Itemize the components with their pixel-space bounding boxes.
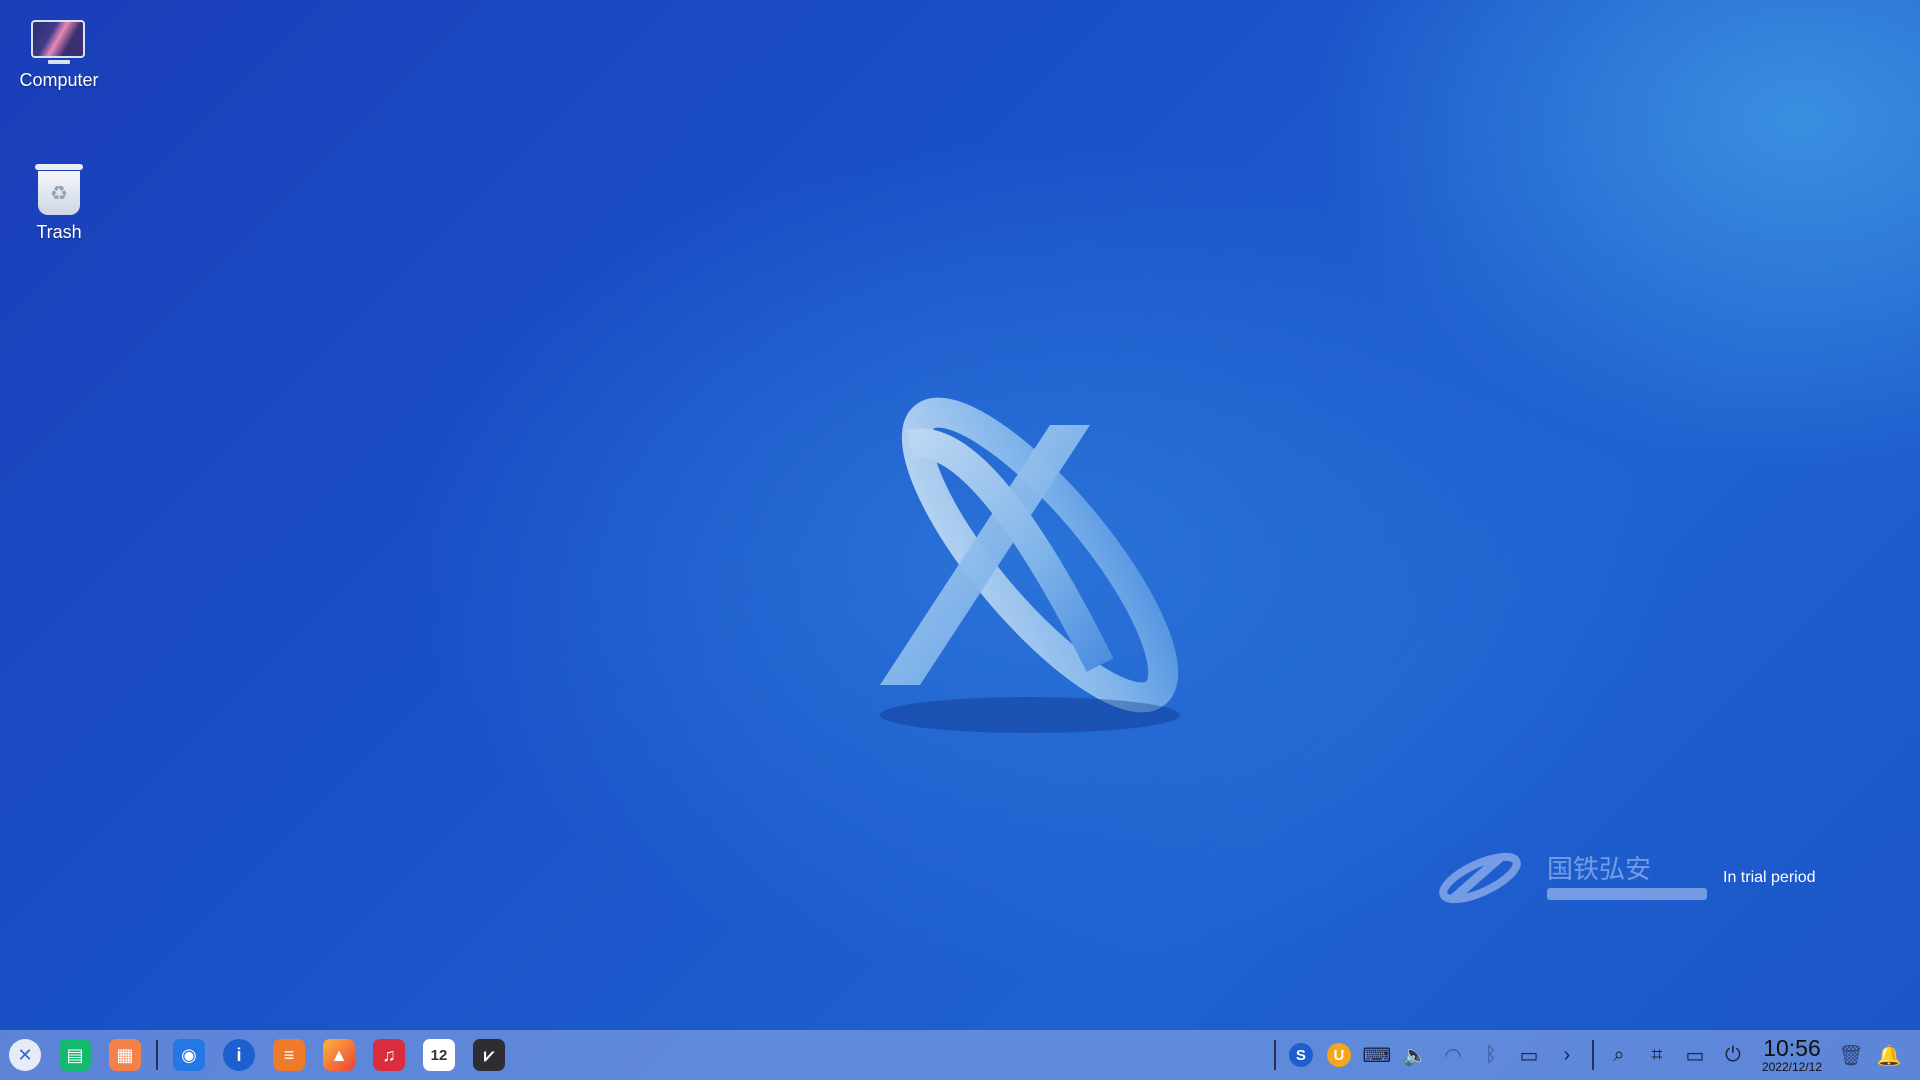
expand-tray-icon[interactable]: ›	[1550, 1038, 1584, 1072]
trial-period-text: In trial period	[1723, 869, 1816, 886]
screenshot-icon[interactable]: ⌗	[1640, 1038, 1674, 1072]
power-icon[interactable]: ⏻	[1716, 1038, 1750, 1072]
taskbar-separator	[156, 1040, 158, 1070]
wallpaper-logo	[880, 397, 1180, 733]
input-u-icon[interactable]: U	[1322, 1038, 1356, 1072]
file-manager-button[interactable]: ◉	[169, 1035, 209, 1075]
wifi-icon[interactable]: ◠	[1436, 1038, 1470, 1072]
desktop-icon-trash[interactable]: ♻ Trash	[0, 0, 118, 243]
trial-watermark: 国铁弘安 In trial period	[1435, 848, 1816, 908]
calendar-icon: 12	[423, 1039, 455, 1071]
music-player-button[interactable]: ♫	[369, 1035, 409, 1075]
bluetooth-icon[interactable]: ᛒ	[1474, 1038, 1508, 1072]
volume-icon[interactable]: 🔈	[1398, 1038, 1432, 1072]
tray-separator	[1591, 1040, 1594, 1070]
multitasking-button[interactable]: ▤	[55, 1035, 95, 1075]
app-store-icon: ▦	[109, 1039, 141, 1071]
calendar-button[interactable]: 12	[419, 1035, 459, 1075]
start-logo-icon: ✕	[9, 1039, 41, 1071]
multitasking-icon: ▤	[59, 1039, 91, 1071]
trash-tray-icon[interactable]: 🗑	[1834, 1038, 1868, 1072]
desktop-icon-label: Trash	[36, 222, 82, 242]
security-s-icon[interactable]: S	[1284, 1038, 1318, 1072]
clock-date: 2022/12/12	[1761, 1060, 1822, 1074]
image-viewer-icon: ▲	[323, 1039, 355, 1071]
clock-time: 10:56	[1763, 1035, 1821, 1061]
terminal-icon: ⩗	[473, 1039, 505, 1071]
keyboard-icon[interactable]: ⌨	[1360, 1038, 1394, 1072]
file-manager-icon: ◉	[173, 1039, 205, 1071]
app-store-button[interactable]: ▦	[105, 1035, 145, 1075]
text-editor-button[interactable]: ≡	[269, 1035, 309, 1075]
vendor-logo-icon: 国铁弘安	[1439, 852, 1707, 904]
text-editor-icon: ≡	[273, 1039, 305, 1071]
start-menu-button[interactable]: ✕	[5, 1035, 45, 1075]
trash-icon: ♻	[35, 164, 83, 216]
image-viewer-button[interactable]: ▲	[319, 1035, 359, 1075]
notification-bell-icon[interactable]: 🔔	[1872, 1038, 1906, 1072]
system-tray: S U ⌨ 🔈 ◠ ᛒ ▭ › ⌕ ⌗ ▭ ⏻ 10:56 2022/12/12…	[1268, 1030, 1920, 1080]
browser-icon: i	[223, 1039, 255, 1071]
clock[interactable]: 10:56 2022/12/12	[1762, 1036, 1822, 1074]
terminal-button[interactable]: ⩗	[469, 1035, 509, 1075]
tray-separator	[1273, 1040, 1276, 1070]
taskbar: ✕ ▤ ▦ ◉ i ≡ ▲ ♫ 12 ⩗ S U ⌨ 🔈 ◠ ᛒ ▭ › ⌕ ⌗…	[0, 1030, 1920, 1080]
music-player-icon: ♫	[373, 1039, 405, 1071]
onscreen-keyboard-icon[interactable]: ▭	[1678, 1038, 1712, 1072]
browser-button[interactable]: i	[219, 1035, 259, 1075]
search-icon[interactable]: ⌕	[1602, 1038, 1636, 1072]
svg-text:国铁弘安: 国铁弘安	[1547, 855, 1651, 885]
battery-icon[interactable]: ▭	[1512, 1038, 1546, 1072]
